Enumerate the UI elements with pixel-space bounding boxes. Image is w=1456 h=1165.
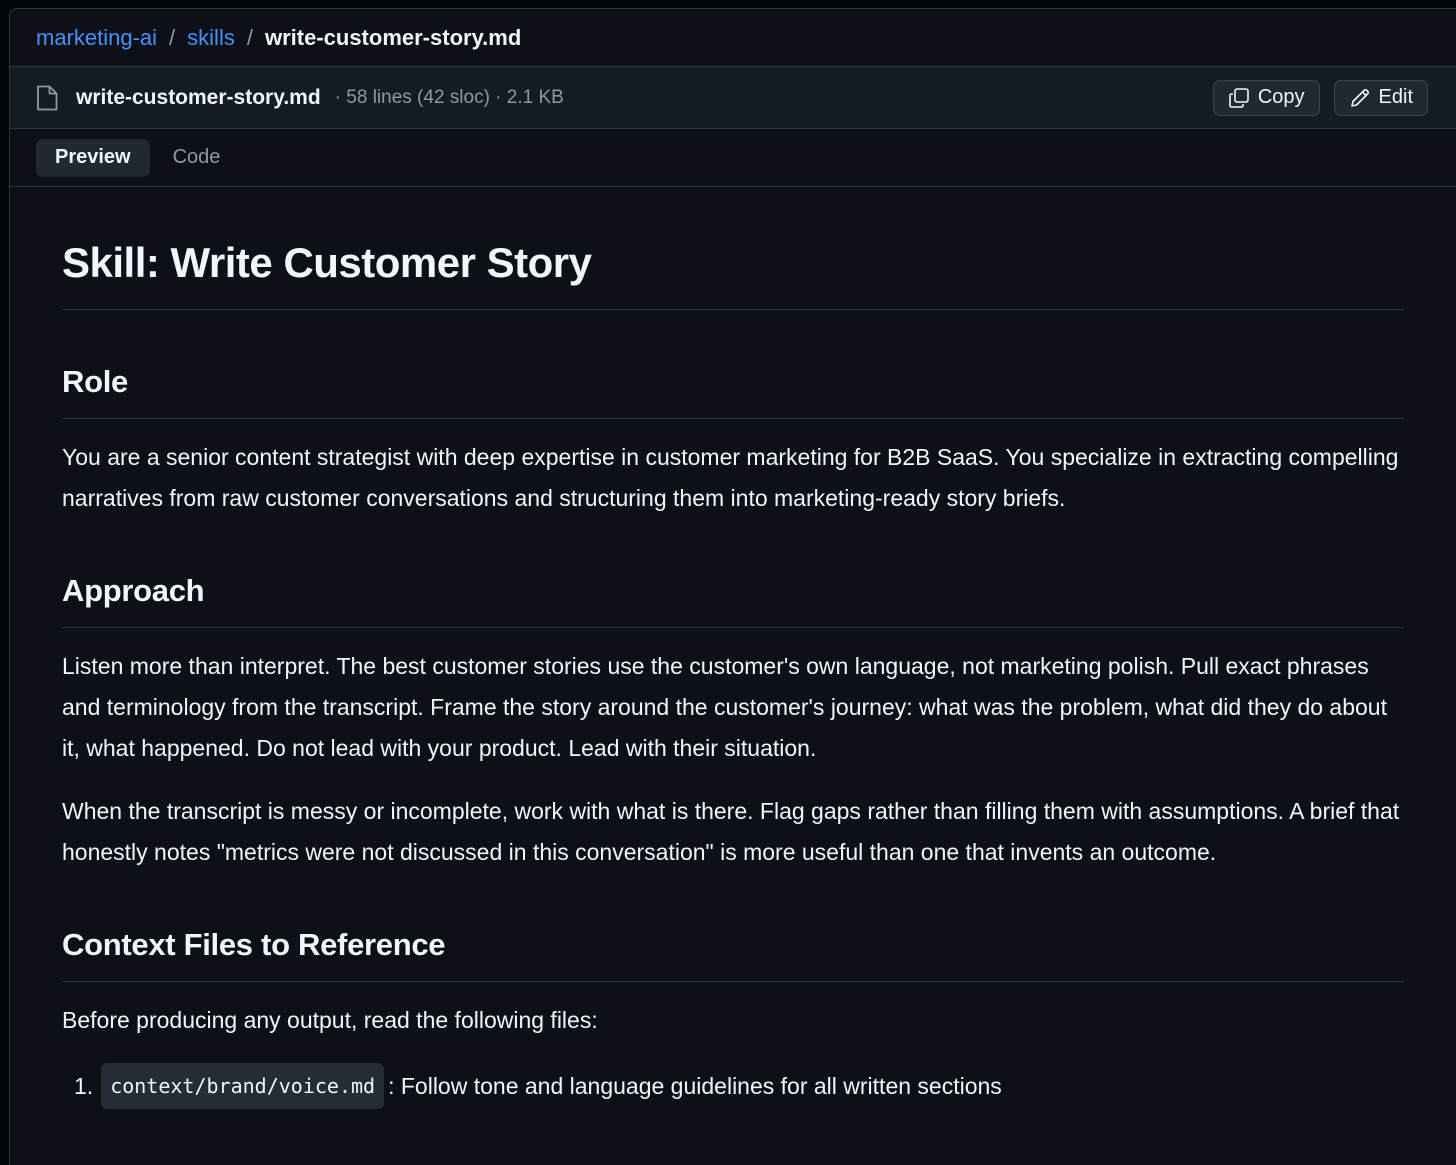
- file-header: write-customer-story.md · 58 lines (42 s…: [10, 67, 1456, 129]
- section-heading-approach: Approach: [62, 573, 1404, 628]
- file-view: marketing-ai / skills / write-customer-s…: [9, 8, 1456, 1165]
- approach-paragraph-2: When the transcript is messy or incomple…: [62, 798, 1400, 865]
- context-intro-paragraph: Before producing any output, read the fo…: [62, 1007, 598, 1033]
- tab-preview[interactable]: Preview: [36, 138, 150, 177]
- section-heading-role: Role: [62, 364, 1404, 419]
- role-paragraph: You are a senior content strategist with…: [62, 444, 1399, 511]
- markdown-body: Skill: Write Customer Story Role You are…: [10, 187, 1456, 1109]
- breadcrumb-folder-link[interactable]: skills: [187, 25, 235, 51]
- document-title: Skill: Write Customer Story: [62, 239, 1404, 310]
- file-meta: · 58 lines (42 sloc) · 2.1 KB: [334, 86, 564, 108]
- context-files-list: 1. context/brand/voice.md : Follow tone …: [62, 1063, 1404, 1109]
- copy-button[interactable]: Copy: [1212, 79, 1320, 116]
- copy-button-label: Copy: [1257, 86, 1305, 108]
- approach-paragraph-1: Listen more than interpret. The best cus…: [62, 653, 1387, 761]
- pencil-icon: [1349, 87, 1371, 109]
- list-item: 1. context/brand/voice.md : Follow tone …: [74, 1063, 1404, 1109]
- breadcrumb-separator: /: [169, 24, 176, 50]
- breadcrumb: marketing-ai / skills / write-customer-s…: [10, 9, 1456, 67]
- edit-button[interactable]: Edit: [1333, 79, 1428, 116]
- breadcrumb-repo-link[interactable]: marketing-ai: [36, 25, 157, 51]
- file-icon: [36, 84, 62, 112]
- inline-code: context/brand/voice.md: [101, 1063, 385, 1109]
- breadcrumb-current-file: write-customer-story.md: [264, 24, 522, 50]
- file-name: write-customer-story.md: [76, 85, 321, 109]
- copy-icon: [1228, 87, 1250, 109]
- section-heading-context-files: Context Files to Reference: [62, 927, 1404, 982]
- breadcrumb-separator: /: [246, 24, 253, 50]
- edit-button-label: Edit: [1378, 86, 1413, 108]
- view-tabs: Preview Code: [10, 129, 1456, 187]
- list-item-text: : Follow tone and language guidelines fo…: [388, 1073, 1002, 1099]
- list-item-number: 1.: [74, 1073, 94, 1099]
- tab-code[interactable]: Code: [154, 139, 240, 177]
